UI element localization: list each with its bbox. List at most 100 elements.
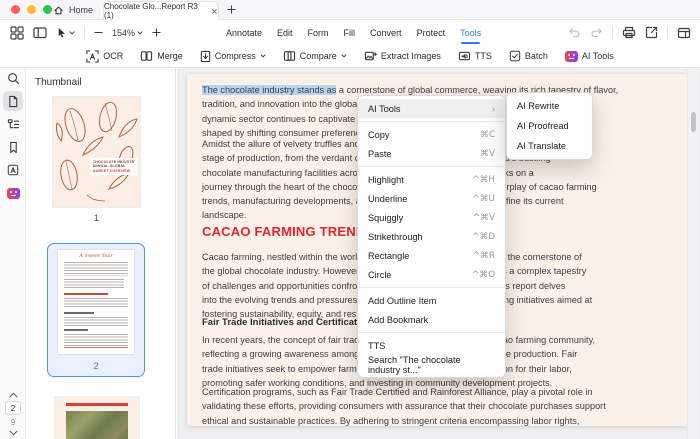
page-icon [7, 95, 19, 108]
zoom-window-button[interactable] [43, 5, 52, 14]
page-1-thumbnail[interactable]: CHOCOLATE INDUSTRY ANNUAL GLOBAL MARKET … [53, 97, 140, 207]
menu-fill[interactable]: Fill [344, 28, 356, 38]
page-2-thumbnail-selected[interactable]: A Sweet Year 2 [47, 243, 145, 377]
menu-divider [358, 287, 505, 288]
menu-item-label: TTS [368, 341, 385, 351]
menu-tools[interactable]: Tools [460, 28, 481, 38]
menu-item-label: Squiggly [368, 213, 403, 223]
layout-button[interactable] [677, 27, 691, 39]
menu-edit[interactable]: Edit [277, 28, 293, 38]
sidebar-toggle-icon[interactable] [33, 26, 47, 39]
ai-tools-button[interactable]: AI Tools [565, 51, 614, 62]
batch-label: Batch [525, 51, 548, 61]
tab-home[interactable]: Home [53, 0, 93, 20]
zoom-out-icon[interactable] [94, 28, 103, 37]
select-tool-button[interactable] [56, 27, 75, 39]
compress-label: Compress [215, 51, 256, 61]
menu-item-tts[interactable]: TTS [358, 336, 505, 355]
minimize-window-button[interactable] [27, 5, 36, 14]
compare-dropdown[interactable]: Compare [283, 50, 347, 62]
menu-item-paste[interactable]: Paste⌘V [358, 144, 505, 163]
tts-button[interactable]: TTS [458, 50, 492, 62]
menu-form[interactable]: Form [308, 28, 329, 38]
main-toolbar: 154% Annotate Edit Form Fill Convert Pro… [0, 20, 700, 45]
page-3-heading-bar [66, 403, 128, 406]
page-2-script-title: A Sweet Year [58, 253, 134, 259]
compare-icon [283, 50, 296, 62]
scrollbar-thumb[interactable] [691, 112, 696, 132]
ribbon-menu: Annotate Edit Form Fill Convert Protect … [226, 20, 481, 45]
traffic-lights [11, 5, 52, 14]
menu-annotate[interactable]: Annotate [226, 28, 262, 38]
menu-item-label: Add Bookmark [368, 315, 428, 325]
grid-view-icon[interactable] [10, 26, 24, 40]
ai-tools-icon [565, 51, 578, 62]
compress-icon [200, 50, 211, 63]
menu-item-underline[interactable]: Underline^⌘U [358, 189, 505, 208]
batch-button[interactable]: Batch [509, 50, 548, 62]
merge-button[interactable]: Merge [140, 50, 183, 62]
menu-divider [358, 332, 505, 333]
menu-item-label: Circle [368, 270, 391, 280]
menu-item-label: Underline [368, 194, 407, 204]
ai-panel-button[interactable] [3, 183, 23, 203]
menu-item-strikethrough[interactable]: Strikethrough ^⌘D [358, 227, 505, 246]
share-export-button[interactable] [645, 26, 658, 39]
undo-button[interactable] [568, 27, 581, 38]
menu-item-copy[interactable]: Copy⌘C [358, 125, 505, 144]
zoom-level-dropdown[interactable]: 154% [112, 28, 143, 38]
search-panel-button[interactable] [3, 68, 23, 88]
menu-protect[interactable]: Protect [417, 28, 446, 38]
bookmark-panel-button[interactable] [3, 137, 23, 157]
menu-item-circle[interactable]: Circle^⌘O [358, 265, 505, 284]
menu-item-add-bookmark[interactable]: Add Bookmark [358, 310, 505, 329]
page-up-icon[interactable] [9, 392, 18, 398]
thumbnail-panel-button[interactable] [3, 91, 23, 111]
current-page-input[interactable]: 2 [5, 401, 21, 415]
annotation-panel-button[interactable] [3, 160, 23, 180]
menu-item-search-selection[interactable]: Search "The chocolate industry st..." [358, 355, 505, 374]
chevron-down-icon [260, 54, 266, 58]
ai-tools-submenu: AI Rewrite AI Proofread AI Translate [506, 92, 593, 160]
plus-icon [227, 5, 236, 14]
compress-dropdown[interactable]: Compress [200, 50, 266, 63]
close-window-button[interactable] [11, 5, 20, 14]
submenu-item-ai-proofread[interactable]: AI Proofread [507, 116, 592, 136]
menu-shortcut: ^⌘D [472, 232, 495, 242]
view-controls: 154% [10, 20, 161, 45]
total-pages-label: 9 [11, 418, 15, 427]
menu-convert[interactable]: Convert [370, 28, 402, 38]
print-button[interactable] [622, 26, 636, 39]
menu-item-label: Add Outline Item [368, 296, 436, 306]
close-tab-icon[interactable] [211, 8, 218, 15]
page-3-thumbnail[interactable] [55, 397, 139, 439]
selected-text[interactable]: The chocolate industry stands as [202, 85, 336, 95]
page-2-preview: A Sweet Year [58, 250, 134, 354]
submenu-item-ai-rewrite[interactable]: AI Rewrite [507, 96, 592, 116]
zoom-in-icon[interactable] [152, 28, 161, 37]
menu-item-label: Search "The chocolate industry st..." [368, 355, 495, 375]
page-1-number: 1 [53, 213, 140, 223]
menu-item-highlight[interactable]: Highlight^⌘H [358, 170, 505, 189]
text-block [64, 298, 128, 309]
menu-item-rectangle[interactable]: Rectangle^⌘R [358, 246, 505, 265]
menu-item-add-outline-item[interactable]: Add Outline Item [358, 291, 505, 310]
menu-shortcut: ^⌘V [473, 213, 495, 223]
ocr-button[interactable]: OCR [86, 50, 123, 63]
extract-images-button[interactable]: Extract Images [364, 50, 441, 62]
outline-panel-button[interactable] [3, 114, 23, 134]
tts-label: TTS [475, 51, 492, 61]
new-tab-button[interactable] [227, 5, 236, 14]
compare-label: Compare [300, 51, 337, 61]
home-tab-label: Home [69, 5, 93, 15]
vertical-scrollbar[interactable] [687, 68, 699, 439]
cocoa-illustration [53, 97, 140, 207]
menu-shortcut: ^⌘R [473, 251, 495, 261]
menu-item-squiggly[interactable]: Squiggly ^⌘V [358, 208, 505, 227]
menu-item-label: Strikethrough [368, 232, 423, 242]
menu-item-ai-tools[interactable]: AI Tools › [358, 99, 505, 118]
tab-document[interactable]: Chocolate Glo...Report R3 (1) [103, 1, 219, 20]
page-down-icon[interactable] [9, 430, 18, 436]
redo-button[interactable] [590, 27, 603, 38]
submenu-item-ai-translate[interactable]: AI Translate [507, 136, 592, 156]
